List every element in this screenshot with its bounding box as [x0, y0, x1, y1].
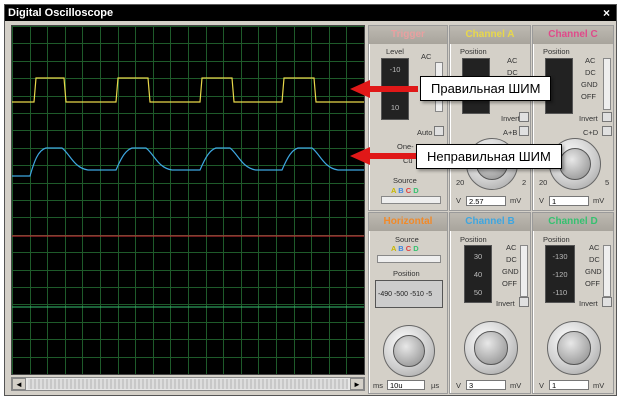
arrow-correct — [350, 80, 418, 98]
arrow-incorrect — [350, 147, 418, 165]
annotation-arrows — [350, 80, 418, 165]
callout-incorrect-pwm: Неправильная ШИМ — [416, 144, 562, 169]
callout-correct-pwm: Правильная ШИМ — [420, 76, 552, 101]
